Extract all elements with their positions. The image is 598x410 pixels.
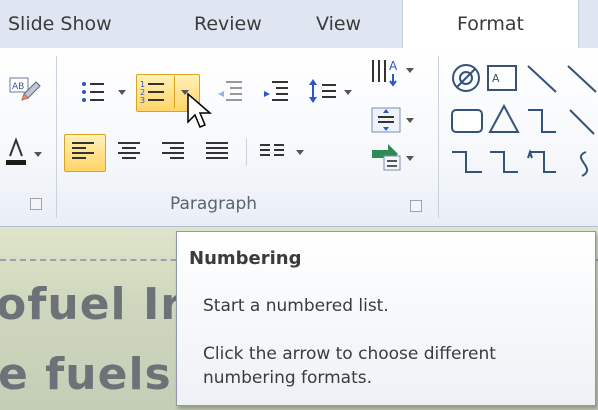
mouse-cursor-icon: [186, 92, 216, 132]
group-separator: [438, 56, 439, 218]
tab-view[interactable]: View: [316, 0, 361, 48]
numbering-tooltip: Numbering Start a numbered list. Click t…: [176, 231, 596, 406]
align-right-icon[interactable]: [160, 140, 188, 164]
smartart-dropdown-icon[interactable]: [406, 156, 414, 161]
font-color-dropdown-icon[interactable]: [34, 152, 42, 157]
font-dialog-launcher-icon[interactable]: [30, 198, 42, 210]
paragraph-group-label: Paragraph: [170, 194, 258, 214]
svg-text:A: A: [492, 72, 500, 85]
paragraph-row-divider: [246, 138, 247, 166]
bullets-dropdown-icon[interactable]: [118, 90, 126, 95]
align-text-icon[interactable]: [370, 106, 404, 134]
line-spacing-icon[interactable]: [308, 76, 342, 106]
center-icon[interactable]: [116, 140, 144, 164]
tooltip-title: Numbering: [189, 248, 302, 269]
tooltip-hint-line2: numbering formats.: [203, 368, 373, 388]
columns-dropdown-icon[interactable]: [296, 150, 304, 155]
convert-to-smartart-icon[interactable]: [370, 142, 404, 172]
tooltip-hint-line1: Click the arrow to choose different: [203, 344, 496, 364]
svg-text:3: 3: [140, 96, 145, 105]
decrease-indent-icon[interactable]: [216, 78, 246, 106]
numbering-split-divider: [174, 76, 175, 108]
line-spacing-dropdown-icon[interactable]: [344, 90, 352, 95]
bullets-icon[interactable]: [80, 78, 110, 106]
svg-text:A: A: [389, 59, 398, 73]
slide-body-text[interactable]: e fuels: [0, 349, 172, 400]
justify-icon[interactable]: [204, 140, 232, 164]
text-direction-dropdown-icon[interactable]: [406, 68, 414, 73]
numbering-icon[interactable]: 1 2 3: [140, 78, 170, 106]
align-text-dropdown-icon[interactable]: [406, 118, 414, 123]
columns-icon[interactable]: [258, 140, 288, 164]
group-separator: [56, 56, 57, 218]
text-direction-icon[interactable]: A: [370, 56, 404, 90]
shapes-gallery[interactable]: A: [446, 58, 598, 194]
tab-review[interactable]: Review: [194, 0, 262, 48]
ribbon-tab-bar: Slide Show Review View Format: [0, 0, 598, 49]
paragraph-dialog-launcher-icon[interactable]: [410, 200, 422, 212]
tooltip-description: Start a numbered list.: [203, 296, 389, 316]
increase-indent-icon[interactable]: [262, 78, 292, 106]
ribbon: AB 1 2 3 A Paragraph A: [0, 48, 598, 227]
clear-formatting-icon[interactable]: AB: [8, 76, 44, 106]
align-left-icon[interactable]: [70, 140, 98, 164]
tab-slide-show[interactable]: Slide Show: [8, 0, 112, 48]
svg-text:AB: AB: [12, 82, 24, 92]
slide-title-text[interactable]: ofuel Ir: [0, 279, 183, 330]
tab-format[interactable]: Format: [402, 0, 579, 49]
